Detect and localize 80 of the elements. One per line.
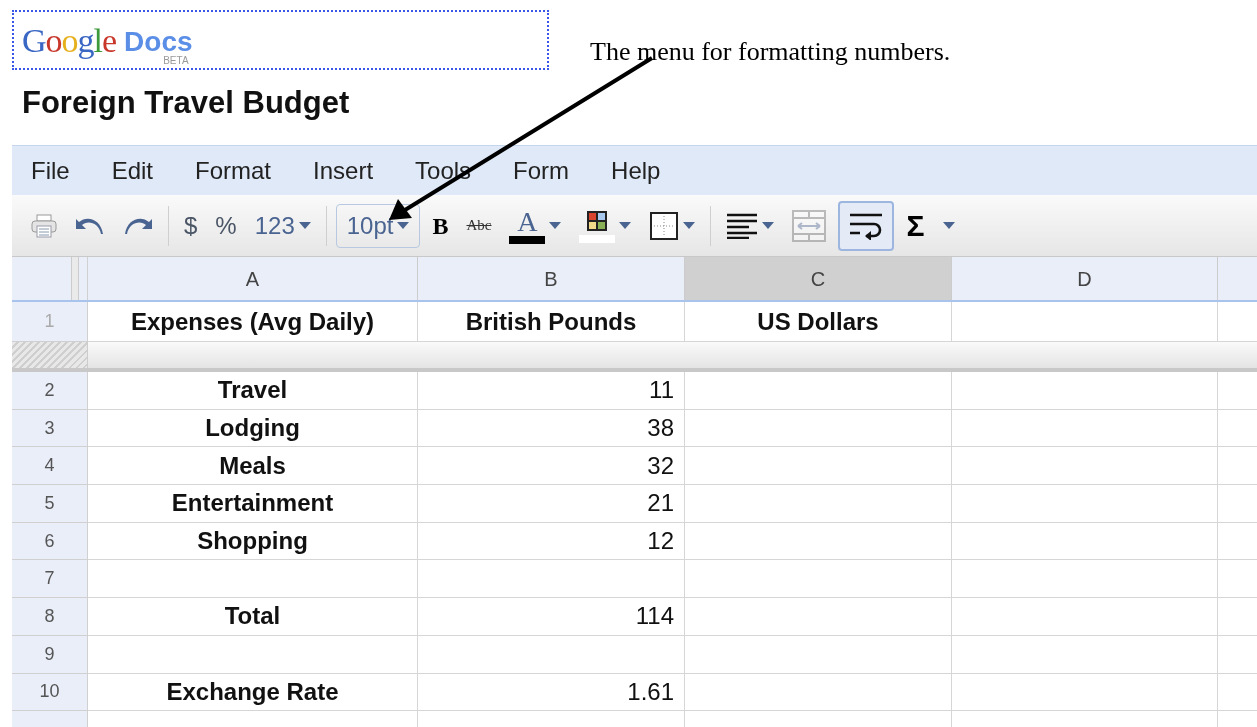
- row-header[interactable]: 3: [12, 409, 88, 448]
- table-cell[interactable]: [952, 560, 1218, 599]
- wrap-text-icon: [848, 211, 885, 240]
- caret-icon: [298, 222, 311, 229]
- align-left-icon: [726, 212, 759, 239]
- table-cell[interactable]: 21: [418, 485, 685, 523]
- wrap-text-button[interactable]: [838, 200, 895, 251]
- table-cell[interactable]: 114: [418, 598, 685, 636]
- table-cell[interactable]: Shopping: [88, 522, 418, 561]
- caret-icon: [683, 222, 696, 229]
- borders-icon: [649, 210, 680, 241]
- row-header[interactable]: 5: [12, 485, 88, 523]
- row-header[interactable]: 8: [12, 598, 88, 636]
- table-cell[interactable]: Travel: [88, 372, 418, 410]
- format-button[interactable]: %: [209, 208, 243, 243]
- annotation-text: The menu for formatting numbers.: [590, 36, 951, 68]
- menu-item[interactable]: File: [31, 152, 70, 189]
- caret-icon: [549, 222, 562, 229]
- number-format-menu[interactable]: 123: [248, 208, 317, 243]
- menu-item[interactable]: Edit: [111, 152, 154, 189]
- column-header[interactable]: C: [685, 257, 952, 300]
- functions-menu[interactable]: Σ: [900, 208, 961, 243]
- table-cell[interactable]: 1.61: [418, 673, 685, 712]
- menu-item[interactable]: Tools: [415, 152, 472, 189]
- table-cell[interactable]: [685, 673, 952, 712]
- table-cell[interactable]: [685, 409, 952, 448]
- table-cell[interactable]: [952, 409, 1218, 448]
- column-header[interactable]: D: [952, 257, 1218, 300]
- table-cell[interactable]: [418, 635, 685, 674]
- table-cell[interactable]: [88, 635, 418, 674]
- caret-icon: [619, 222, 632, 229]
- table-cell[interactable]: Meals: [88, 447, 418, 486]
- menu-item[interactable]: Form: [513, 152, 570, 189]
- table-cell[interactable]: [685, 635, 952, 674]
- merge-cells-icon: [792, 209, 827, 242]
- freeze-bar[interactable]: [12, 342, 1257, 372]
- table-cell[interactable]: [952, 522, 1218, 561]
- row-header[interactable]: 10: [12, 673, 88, 712]
- table-cell[interactable]: [952, 635, 1218, 674]
- table-cell[interactable]: [952, 447, 1218, 486]
- table-cell[interactable]: [685, 522, 952, 561]
- table-cell[interactable]: Exchange Rate: [88, 673, 418, 712]
- table-cell[interactable]: [88, 560, 418, 599]
- table-cell[interactable]: 11: [418, 372, 685, 410]
- row-header[interactable]: 6: [12, 522, 88, 561]
- row-header[interactable]: 2: [12, 372, 88, 410]
- table-cell[interactable]: [952, 485, 1218, 523]
- menu-item[interactable]: Help: [611, 152, 661, 189]
- bold-button[interactable]: B: [426, 208, 455, 243]
- table-cell[interactable]: [952, 673, 1218, 712]
- row-header[interactable]: 9: [12, 635, 88, 674]
- logo: Google Docs BETA: [22, 20, 193, 66]
- document-title: Foreign Travel Budget: [22, 84, 350, 122]
- caret-icon: [762, 222, 775, 229]
- format-button[interactable]: $: [178, 208, 204, 243]
- table-cell[interactable]: [685, 598, 952, 636]
- menu-item[interactable]: Insert: [313, 152, 374, 189]
- table-cell[interactable]: [685, 560, 952, 599]
- table-cell[interactable]: [685, 485, 952, 523]
- table-cell[interactable]: 38: [418, 409, 685, 448]
- table-cell[interactable]: Entertainment: [88, 485, 418, 523]
- color-grid-icon: [579, 208, 616, 243]
- table-cell[interactable]: [952, 598, 1218, 636]
- row-header[interactable]: 4: [12, 447, 88, 486]
- table-cell[interactable]: [418, 560, 685, 599]
- caret-icon: [397, 222, 410, 229]
- menu-item[interactable]: Format: [195, 152, 272, 189]
- table-cell[interactable]: [952, 372, 1218, 410]
- strikethrough-button[interactable]: Abc: [460, 208, 498, 243]
- table-cell[interactable]: [685, 447, 952, 486]
- caret-icon: [942, 222, 955, 229]
- table-cell[interactable]: [685, 372, 952, 410]
- table-cell[interactable]: Lodging: [88, 409, 418, 448]
- column-header[interactable]: A: [88, 257, 418, 300]
- text-color-button[interactable]: A: [503, 203, 568, 248]
- freeze-handle[interactable]: [71, 257, 79, 300]
- table-cell[interactable]: Total: [88, 598, 418, 636]
- table-cell[interactable]: 32: [418, 447, 685, 486]
- table-cell[interactable]: 12: [418, 522, 685, 561]
- row-header[interactable]: 7: [12, 560, 88, 599]
